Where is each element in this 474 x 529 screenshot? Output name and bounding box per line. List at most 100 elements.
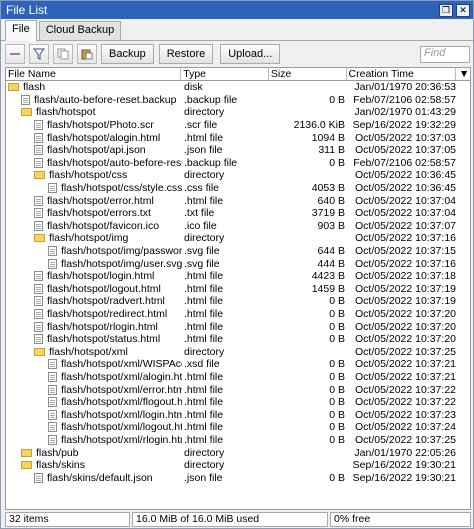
cell-creation-time: Oct/05/2022 10:37:20 [355, 320, 456, 333]
file-name-text: flash/hotspot/img/password.svg [61, 245, 182, 258]
cell-file-name: flash/hotspot/Photo.scr [6, 119, 182, 131]
file-list-window: File List ❐ ✕ File Cloud Backup Backup R… [0, 0, 474, 529]
file-icon [34, 120, 43, 131]
table-row[interactable]: flash/hotspot/auto-before-reset.backup.b… [6, 157, 470, 170]
table-row[interactable]: flash/hotspot/xml/login.html .html file 0 … [6, 408, 470, 421]
tab-file[interactable]: File [5, 20, 37, 41]
table-row[interactable]: flash/hotspot/login.html .html file 4423 B… [6, 270, 470, 283]
file-name-text: flash [23, 81, 46, 94]
file-name-text: flash/hotspot/Photo.scr [47, 119, 154, 132]
backup-button[interactable]: Backup [101, 44, 154, 64]
table-row[interactable]: flash/hotspot/img directory Oct/05/2022 10… [6, 232, 470, 245]
table-row[interactable]: flash/hotspot/xml/flogout.html.html file… [6, 396, 470, 409]
cell-size: 0 B [329, 295, 345, 308]
table-row[interactable]: flash/hotspot/Photo.scr .scr file 2136.0 K… [6, 119, 470, 132]
table-row[interactable]: flash/hotspot/api.json .json file 311 B Oct… [6, 144, 470, 157]
cell-creation-time: Oct/05/2022 10:37:07 [355, 219, 456, 232]
upload-button[interactable]: Upload... [220, 44, 281, 64]
cell-file-name: flash/hotspot/error.html [6, 195, 182, 207]
cell-creation-time: Sep/16/2022 19:32:29 [352, 119, 456, 132]
table-row[interactable]: flash/hotspot/img/password.svg.svg file 6… [6, 245, 470, 258]
status-item-count: 32 items [5, 512, 130, 527]
table-row[interactable]: flash/skins directory Sep/16/2022 19:30:21 [6, 459, 470, 472]
table-row[interactable]: flash/hotspot/xml directory Oct/05/2022 10… [6, 345, 470, 358]
table-row[interactable]: flash/pub directory Jan/01/1970 22:05:26 [6, 446, 470, 459]
table-row[interactable]: flash/hotspot/xml/logout.html .html file 0… [6, 421, 470, 434]
table-row[interactable]: flash/hotspot/radvert.html .html file 0 B O… [6, 295, 470, 308]
cell-size: 0 B [329, 320, 345, 333]
cell-size: 0 B [329, 307, 345, 320]
filter-button[interactable] [29, 44, 49, 64]
table-row[interactable]: flash/hotspot/alogin.html .html file 1094 … [6, 131, 470, 144]
file-name-text: flash/hotspot/alogin.html [47, 131, 161, 144]
remove-button[interactable] [5, 44, 25, 64]
cell-creation-time: Sep/16/2022 19:30:21 [352, 471, 456, 484]
cell-type: directory [184, 232, 225, 245]
file-table: File Name Type Size Creation Time ▼ flas… [5, 67, 471, 510]
table-row[interactable]: flash/hotspot/favicon.ico .ico file 903 B O… [6, 220, 470, 233]
table-row[interactable]: flash/hotspot/xml/WISPAccessGatewayParam… [6, 358, 470, 371]
cell-creation-time: Oct/05/2022 10:36:45 [355, 169, 456, 182]
tab-cloud-backup[interactable]: Cloud Backup [38, 21, 122, 40]
file-icon [34, 321, 43, 332]
cell-file-name: flash/hotspot/xml/flogout.html [6, 396, 182, 408]
cell-creation-time: Jan/02/1970 01:43:29 [354, 106, 456, 119]
file-name-text: flash/hotspot/img [49, 232, 129, 245]
cell-creation-time: Oct/05/2022 10:37:23 [355, 408, 456, 421]
table-row[interactable]: flash/hotspot directory Jan/02/1970 01:43:… [6, 106, 470, 119]
file-icon [34, 296, 43, 307]
cell-creation-time: Oct/05/2022 10:37:16 [355, 257, 456, 270]
table-row[interactable]: flash/hotspot/xml/error.html .html file 0 … [6, 383, 470, 396]
table-row[interactable]: flash/hotspot/redirect.html .html file 0 B… [6, 308, 470, 321]
table-row[interactable]: flash/hotspot/xml/alogin.html .html file 0… [6, 371, 470, 384]
close-window-icon[interactable]: ✕ [456, 3, 470, 17]
table-row[interactable]: flash/auto-before-reset.backup .backup fi… [6, 94, 470, 107]
status-usage: 16.0 MiB of 16.0 MiB used [132, 512, 328, 527]
cell-type: .backup file [184, 93, 238, 106]
cell-creation-time: Oct/05/2022 10:37:22 [355, 383, 456, 396]
table-row[interactable]: flash/hotspot/error.html .html file 640 B O… [6, 194, 470, 207]
find-input[interactable]: Find [420, 45, 470, 63]
file-name-text: flash/hotspot/xml [49, 345, 128, 358]
folder-icon [8, 83, 19, 92]
column-menu-button[interactable]: ▼ [456, 68, 470, 80]
column-header-creation-time[interactable]: Creation Time [347, 68, 457, 80]
file-icon [34, 334, 43, 345]
cell-size: 0 B [329, 156, 345, 169]
cell-file-name: flash/hotspot/xml/login.html [6, 409, 182, 421]
cell-type: directory [184, 169, 225, 182]
table-row[interactable]: flash disk Jan/01/1970 20:36:53 [6, 81, 470, 94]
table-row[interactable]: flash/hotspot/css directory Oct/05/2022 10… [6, 169, 470, 182]
table-header: File Name Type Size Creation Time ▼ [6, 68, 470, 81]
minus-icon [10, 53, 20, 55]
file-icon [48, 246, 57, 257]
file-name-text: flash/hotspot/login.html [47, 270, 155, 283]
file-icon [34, 145, 43, 156]
file-name-text: flash/hotspot/rlogin.html [47, 320, 158, 333]
paste-icon [81, 49, 93, 60]
table-row[interactable]: flash/hotspot/errors.txt .txt file 3719 B O… [6, 207, 470, 220]
file-icon [48, 422, 57, 433]
table-row[interactable]: flash/hotspot/logout.html .html file 1459 … [6, 283, 470, 296]
column-header-size[interactable]: Size [269, 68, 347, 80]
restore-button[interactable]: Restore [158, 44, 214, 64]
file-name-text: flash/skins [36, 459, 86, 472]
cell-file-name: flash/hotspot/api.json [6, 144, 182, 156]
file-icon [34, 283, 43, 294]
cell-type: .css file [184, 182, 220, 195]
column-header-type[interactable]: Type [181, 68, 269, 80]
table-row[interactable]: flash/hotspot/rlogin.html .html file 0 B Oc… [6, 320, 470, 333]
table-row[interactable]: flash/hotspot/xml/rlogin.html .html file 0… [6, 434, 470, 447]
table-row[interactable]: flash/hotspot/status.html .html file 0 B Oc… [6, 333, 470, 346]
cell-size: 0 B [329, 333, 345, 346]
cell-type: .xsd file [184, 358, 220, 371]
cell-size: 0 B [329, 370, 345, 383]
column-header-file-name[interactable]: File Name [6, 68, 182, 80]
table-row[interactable]: flash/hotspot/css/style.css .css file 4053… [6, 182, 470, 195]
restore-window-icon[interactable]: ❐ [439, 3, 453, 17]
table-row[interactable]: flash/skins/default.json .json file 0 B Sep… [6, 471, 470, 484]
table-row[interactable]: flash/hotspot/img/user.svg .svg file 444 B… [6, 257, 470, 270]
cell-size: 1459 B [311, 282, 345, 295]
copy-button[interactable] [53, 44, 73, 64]
paste-button[interactable] [77, 44, 97, 64]
